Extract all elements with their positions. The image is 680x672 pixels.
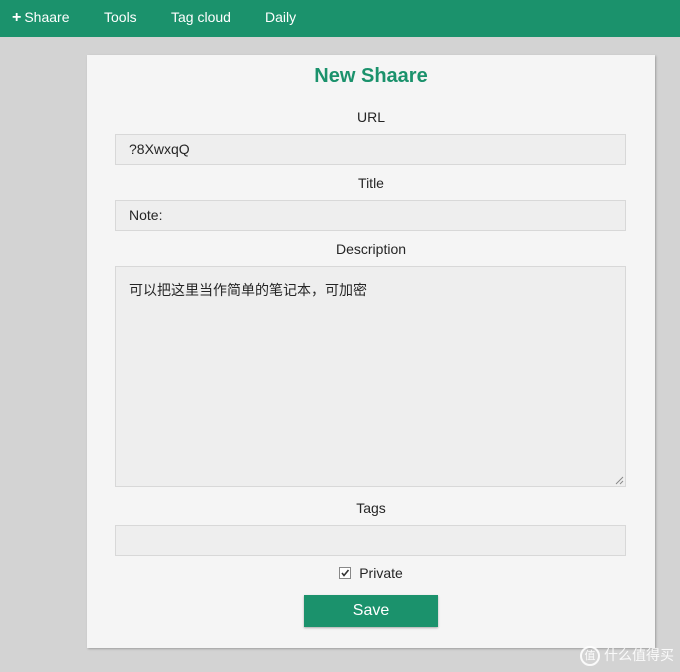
description-textarea[interactable]: 可以把这里当作简单的笔记本，可加密 bbox=[115, 266, 626, 487]
watermark: 值什么值得买 bbox=[580, 645, 674, 666]
nav-daily-link[interactable]: Daily bbox=[265, 0, 296, 37]
checkmark-icon bbox=[341, 569, 350, 577]
description-text: 可以把这里当作简单的笔记本，可加密 bbox=[129, 282, 367, 298]
nav-tag-cloud-link[interactable]: Tag cloud bbox=[171, 0, 231, 37]
url-input[interactable]: ?8XwxqQ bbox=[115, 134, 626, 165]
new-shaare-form: New Shaare URL ?8XwxqQ Title Note: Descr… bbox=[87, 55, 655, 648]
private-row: Private bbox=[87, 565, 655, 581]
description-label: Description bbox=[335, 241, 407, 257]
nav-tools-link[interactable]: Tools bbox=[104, 0, 137, 37]
title-input[interactable]: Note: bbox=[115, 200, 626, 231]
nav-shaare-label: Shaare bbox=[24, 9, 70, 25]
nav-shaare-link[interactable]: + Shaare bbox=[12, 0, 70, 37]
watermark-text: 什么值得买 bbox=[604, 648, 674, 664]
private-checkbox[interactable] bbox=[339, 567, 352, 579]
plus-icon: + bbox=[12, 9, 22, 26]
resize-handle-icon[interactable] bbox=[615, 476, 624, 485]
title-label: Title bbox=[358, 175, 384, 191]
private-label: Private bbox=[359, 565, 403, 581]
save-button[interactable]: Save bbox=[304, 595, 438, 627]
watermark-logo-icon: 值 bbox=[580, 646, 600, 666]
top-navbar: + Shaare Tools Tag cloud Daily bbox=[0, 0, 680, 37]
tags-label: Tags bbox=[356, 500, 386, 516]
url-label: URL bbox=[356, 109, 385, 125]
tags-input[interactable] bbox=[115, 525, 626, 556]
page-title: New Shaare bbox=[314, 65, 428, 87]
